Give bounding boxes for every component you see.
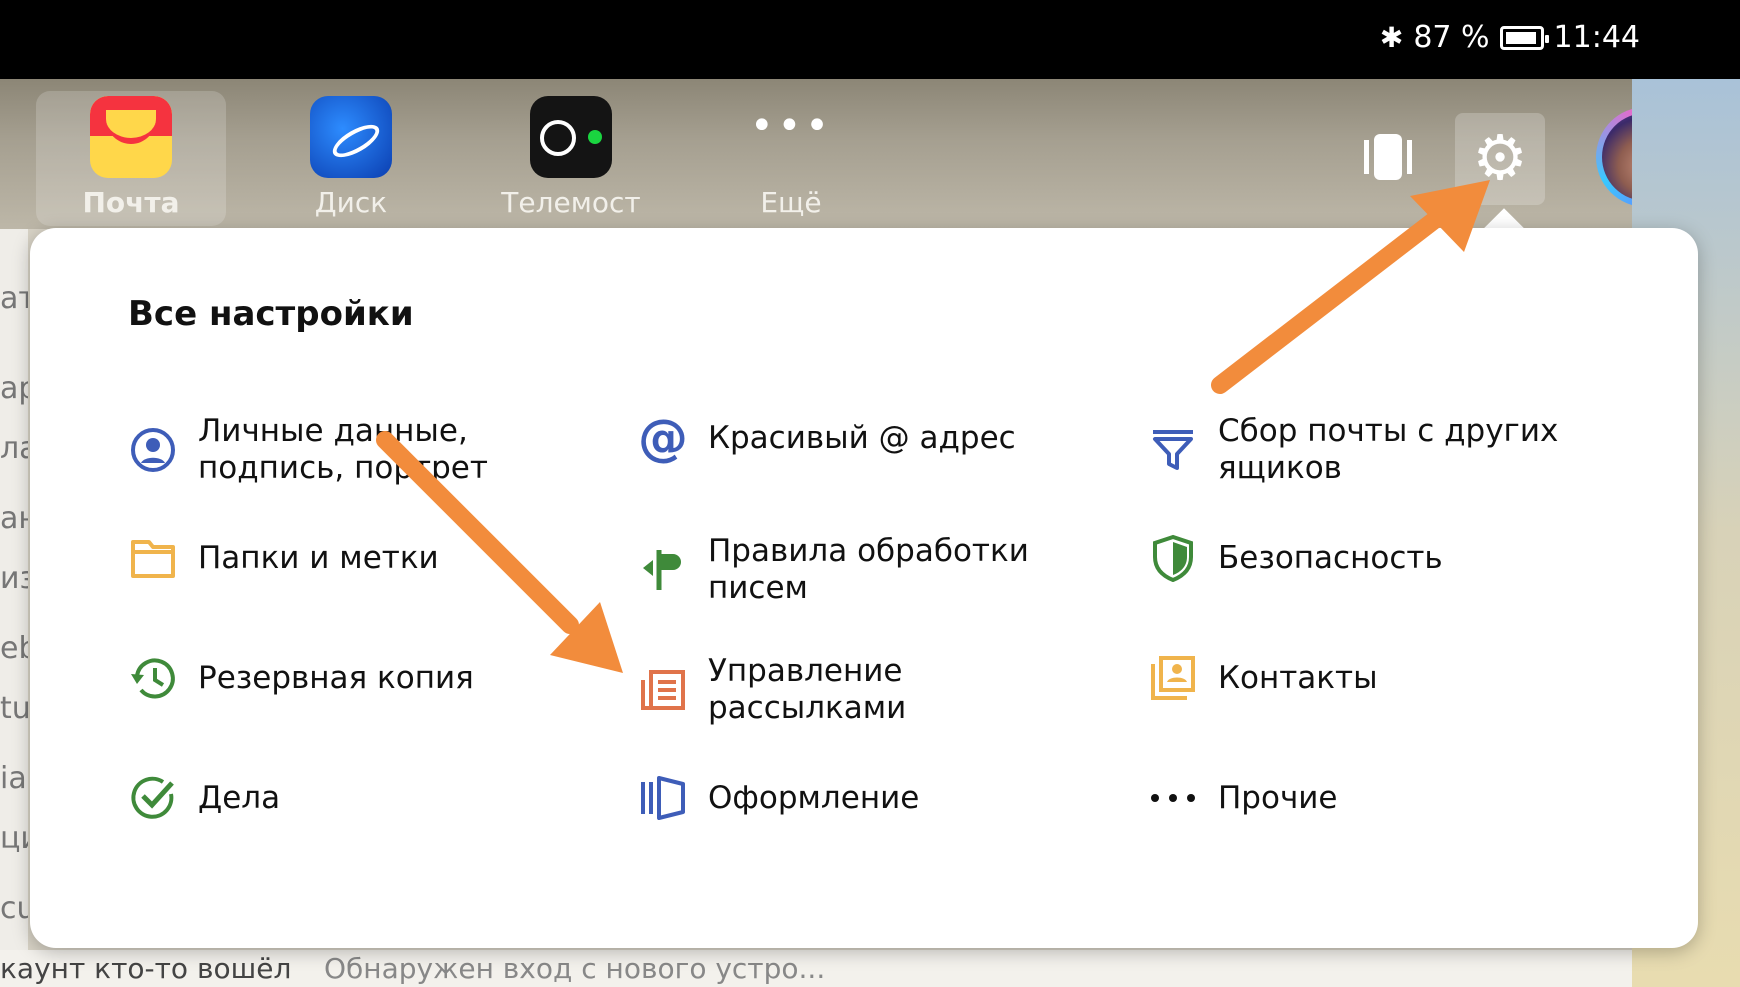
bg-fragment: ар [0, 371, 28, 406]
settings-item-label: Папки и метки [198, 539, 439, 576]
service-label: Диск [314, 186, 388, 219]
settings-gear-button[interactable]: ⚙ [1455, 113, 1545, 205]
service-disk[interactable]: Диск [256, 91, 446, 226]
service-telemost[interactable]: Телемост [476, 91, 666, 226]
shield-icon [1148, 533, 1198, 583]
settings-item-label: Красивый @ адрес [708, 419, 1016, 456]
settings-item-label: Управление рассылками [708, 653, 907, 726]
popover-title: Все настройки [128, 294, 414, 334]
vibrate-icon[interactable] [1362, 130, 1414, 182]
telemost-icon [530, 96, 612, 178]
theme-icon [638, 773, 688, 823]
settings-item-rules[interactable]: Правила обработки писем [638, 533, 1108, 607]
mail-icon [90, 96, 172, 178]
bg-fragment: eb [0, 631, 28, 666]
settings-item-newsletters[interactable]: Управление рассылками [638, 653, 1108, 727]
settings-item-security[interactable]: Безопасность [1148, 533, 1618, 583]
background-mail-row: каунт кто-то вошёл Обнаружен вход с ново… [0, 950, 1632, 987]
settings-item-folders[interactable]: Папки и метки [128, 533, 598, 583]
settings-item-label: Правила обработки писем [708, 533, 1029, 606]
settings-item-label: Резервная копия [198, 659, 474, 696]
disk-icon [310, 96, 392, 178]
system-status-bar: ✱ 87 % 11:44 [0, 0, 1740, 79]
bg-mail-subject: каунт кто-то вошёл [0, 952, 292, 985]
rules-icon [638, 545, 688, 595]
service-label: Почта [82, 186, 180, 219]
settings-item-other[interactable]: Прочие [1148, 773, 1618, 823]
settings-item-collector[interactable]: Сбор почты с других ящиков [1148, 413, 1618, 487]
more-icon: ••• [750, 103, 833, 149]
settings-item-address[interactable]: @ Красивый @ адрес [638, 413, 1108, 463]
settings-item-personal[interactable]: Личные данные, подпись, портрет [128, 413, 598, 487]
person-icon [128, 425, 178, 475]
folder-icon [128, 533, 178, 583]
bg-mail-preview: Обнаружен вход с нового устро... [324, 952, 826, 985]
battery-icon [1499, 25, 1549, 50]
service-label: Ещё [760, 186, 822, 219]
service-more[interactable]: ••• Ещё [696, 91, 886, 226]
settings-item-theme[interactable]: Оформление [638, 773, 1108, 823]
at-icon: @ [638, 409, 688, 467]
settings-item-todo[interactable]: Дела [128, 773, 598, 823]
dots-icon [1148, 773, 1198, 823]
background-mail-list: ат ар ла ан из eb tui ia ци cu [0, 229, 28, 987]
bg-fragment: ат [0, 281, 28, 316]
settings-item-label: Оформление [708, 779, 920, 816]
contacts-icon [1148, 653, 1198, 703]
bg-fragment: ла [0, 431, 28, 466]
backup-icon [128, 653, 178, 703]
gear-icon: ⚙ [1472, 121, 1528, 194]
clock: 11:44 [1553, 20, 1640, 55]
bg-fragment: cu [0, 891, 28, 926]
settings-item-label: Дела [198, 779, 281, 816]
battery-percent: 87 % [1413, 20, 1490, 55]
settings-item-backup[interactable]: Резервная копия [128, 653, 598, 703]
settings-popover: Все настройки Личные данные, подпись, по… [30, 228, 1698, 948]
settings-item-label: Контакты [1218, 659, 1378, 696]
bluetooth-icon: ✱ [1379, 21, 1404, 54]
service-label: Телемост [501, 186, 641, 219]
service-mail[interactable]: Почта [36, 91, 226, 226]
check-icon [128, 773, 178, 823]
settings-item-label: Сбор почты с других ящиков [1218, 413, 1559, 486]
funnel-icon [1148, 425, 1198, 475]
settings-item-label: Безопасность [1218, 539, 1443, 576]
settings-item-contacts[interactable]: Контакты [1148, 653, 1618, 703]
bg-fragment: из [0, 561, 28, 596]
newsletter-icon [638, 665, 688, 715]
bg-fragment: ан [0, 501, 28, 536]
bg-fragment: ци [0, 821, 28, 856]
settings-item-label: Прочие [1218, 779, 1338, 816]
bg-fragment: ia [0, 761, 27, 796]
settings-item-label: Личные данные, подпись, портрет [198, 413, 488, 486]
bg-fragment: tui [0, 691, 28, 726]
